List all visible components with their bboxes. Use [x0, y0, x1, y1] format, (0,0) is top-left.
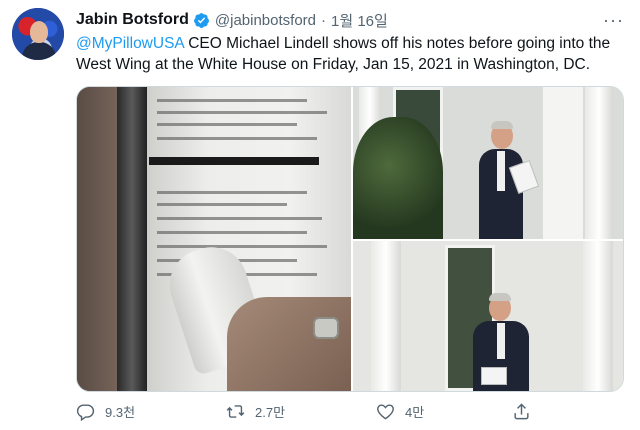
separator-dot: ·	[321, 11, 327, 29]
mention-link[interactable]: @MyPillowUSA	[76, 35, 184, 52]
like-button[interactable]: 4만	[376, 402, 424, 421]
share-button[interactable]	[512, 402, 531, 421]
reply-count: 9.3천	[105, 405, 136, 420]
author-avatar[interactable]	[12, 8, 64, 60]
reply-icon	[76, 404, 95, 421]
more-icon[interactable]: ···	[603, 10, 624, 31]
reply-button[interactable]: 9.3천	[76, 402, 135, 421]
author-name[interactable]: Jabin Botsford	[76, 11, 189, 29]
share-icon	[514, 403, 529, 420]
notes-closeup-photo[interactable]	[77, 87, 351, 391]
like-count: 4만	[405, 405, 425, 420]
retweet-icon	[226, 405, 245, 418]
author-handle[interactable]: @jabinbotsford	[215, 12, 316, 29]
tweet-header: Jabin Botsford @jabinbotsford · 1월 16일	[76, 10, 388, 30]
lindell-outside-photo[interactable]	[353, 87, 623, 239]
media-grid	[76, 86, 624, 392]
tweet-timestamp[interactable]: 1월 16일	[331, 10, 388, 31]
lindell-portico-photo[interactable]	[353, 241, 623, 391]
tweet-actions: 9.3천 2.7만 4만	[76, 402, 556, 424]
retweet-button[interactable]: 2.7만	[226, 402, 285, 421]
tweet-text: @MyPillowUSA CEO Michael Lindell shows o…	[76, 33, 628, 75]
verified-badge-icon	[193, 12, 209, 28]
retweet-count: 2.7만	[255, 405, 286, 420]
heart-icon	[377, 404, 394, 420]
